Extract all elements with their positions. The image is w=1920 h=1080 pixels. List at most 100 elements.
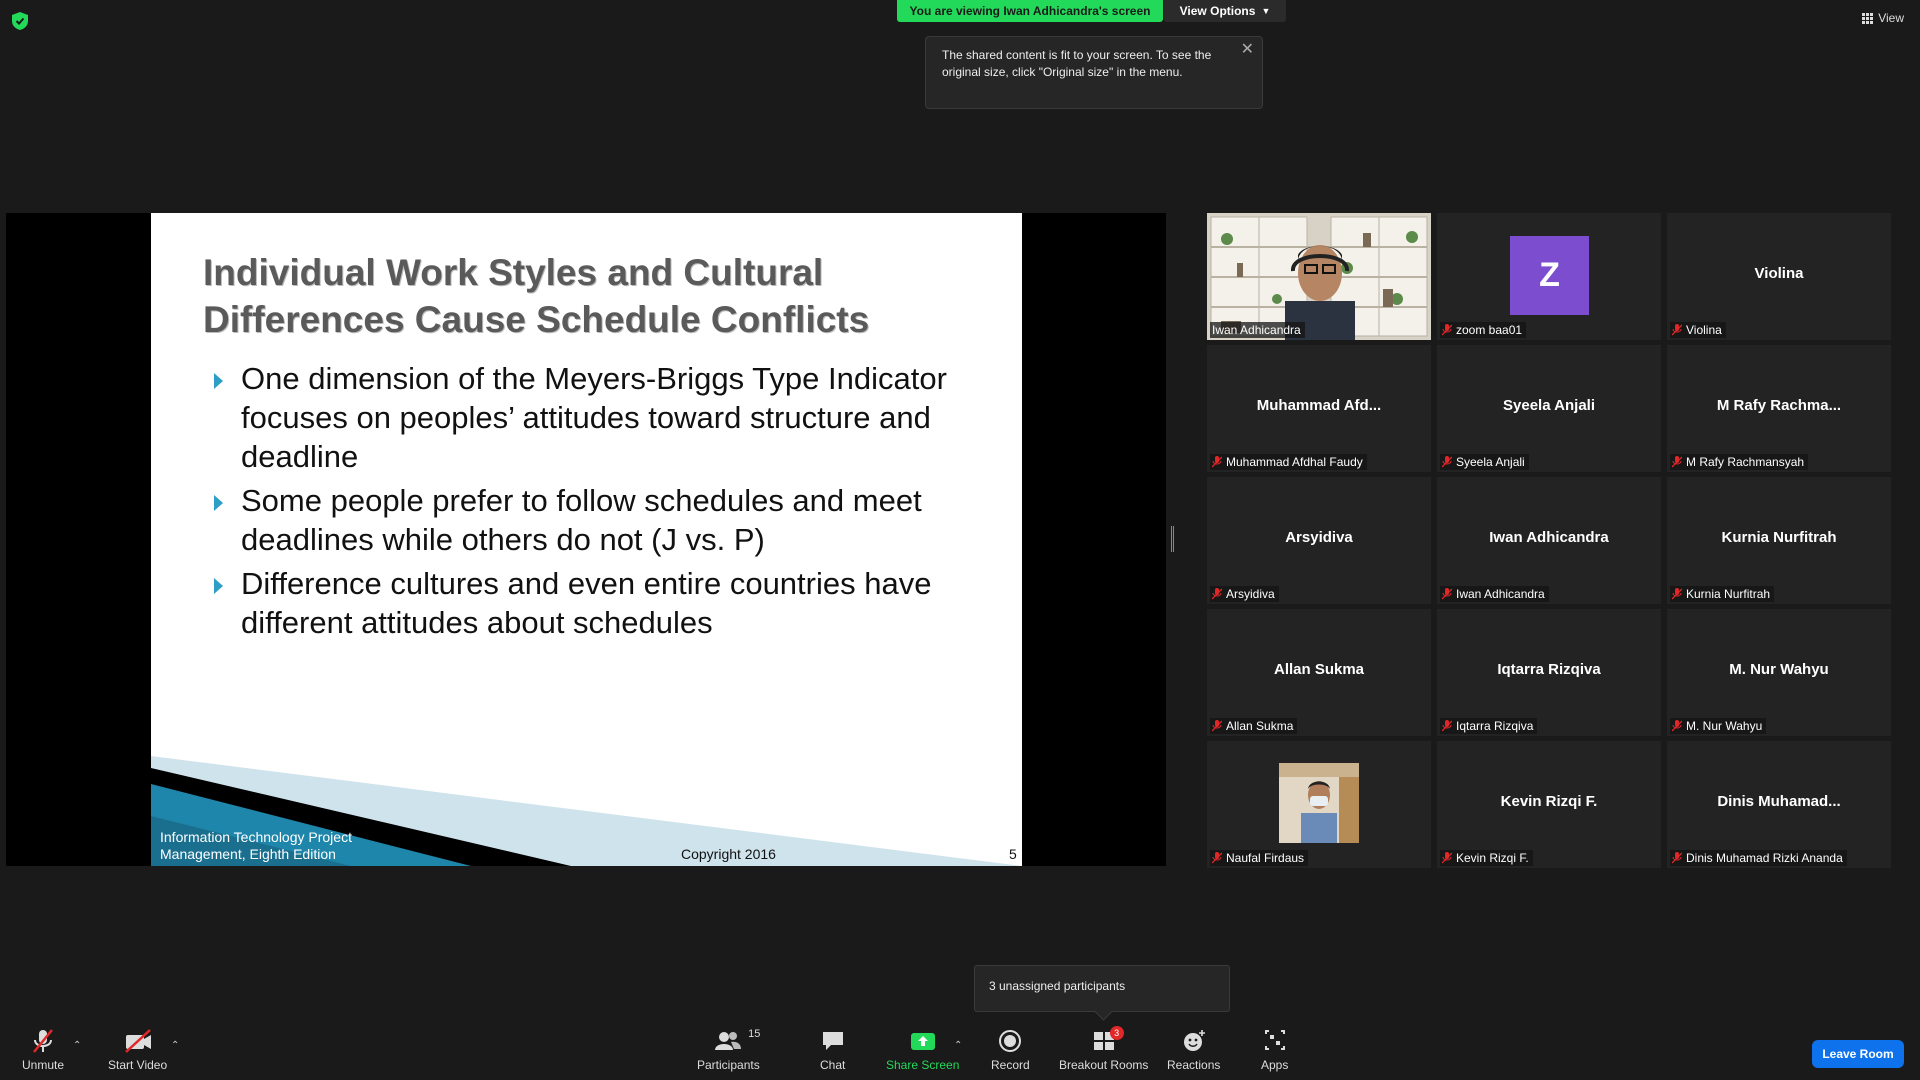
participant-name-label: Kurnia Nurfitrah [1670,586,1775,602]
unmute-button[interactable]: Unmute [22,1028,64,1072]
unassigned-text: 3 unassigned participants [989,979,1126,993]
participant-name: Violina [1686,323,1722,337]
view-options-button[interactable]: View Options ▼ [1164,0,1286,22]
participants-label: Participants [697,1058,760,1072]
fit-to-screen-tooltip: The shared content is fit to your screen… [925,36,1263,109]
participant-name: Iqtarra Rizqiva [1456,719,1534,733]
view-label: View [1878,11,1904,25]
participant-tile[interactable]: M. Nur Wahyu M. Nur Wahyu [1667,609,1891,736]
participant-tile[interactable]: Iwan Adhicandra [1207,213,1431,340]
record-button[interactable]: Record [991,1028,1030,1072]
grid-view-icon [1862,12,1874,24]
bullet-arrow-icon [214,578,223,594]
participant-name-label: Naufal Firdaus [1210,850,1309,866]
breakout-rooms-button[interactable]: 3 Breakout Rooms [1059,1026,1148,1072]
participant-display-name: Iqtarra Rizqiva [1497,660,1601,678]
meeting-toolbar: Unmute ⌃ Start Video ⌃ 15 Participants C… [0,1024,1920,1080]
muted-mic-icon [1672,588,1682,600]
tooltip-text: The shared content is fit to your screen… [942,48,1212,79]
profile-photo [1279,763,1359,843]
participant-tile[interactable]: Violina Violina [1667,213,1891,340]
participant-display-name: Syeela Anjali [1503,396,1595,414]
participant-display-name: Arsyidiva [1285,528,1353,546]
participant-name-label: Kevin Rizqi F. [1440,850,1533,866]
share-screen-button[interactable]: Share Screen [886,1028,959,1072]
reactions-icon [1183,1030,1205,1051]
participant-name: Iwan Adhicandra [1456,587,1545,601]
participant-name: M Rafy Rachmansyah [1686,455,1805,469]
view-button[interactable]: View [1862,11,1904,25]
viewing-banner-text: You are viewing Iwan Adhicandra's screen [909,4,1151,18]
participant-tile[interactable]: Kurnia Nurfitrah Kurnia Nurfitrah [1667,477,1891,604]
security-shield-icon[interactable] [12,12,28,30]
participant-name-label: Muhammad Afdhal Faudy [1210,454,1367,470]
participant-name: Syeela Anjali [1456,455,1525,469]
close-icon[interactable]: ✕ [1241,41,1254,58]
participant-tile[interactable]: Muhammad Afd... Muhammad Afdhal Faudy [1207,345,1431,472]
participant-tile[interactable]: Arsyidiva Arsyidiva [1207,477,1431,604]
participant-tile[interactable]: Iqtarra Rizqiva Iqtarra Rizqiva [1437,609,1661,736]
video-options-caret-icon[interactable]: ⌃ [171,1040,179,1051]
bullet-arrow-icon [214,373,223,389]
participant-tile[interactable]: Allan Sukma Allan Sukma [1207,609,1431,736]
participant-display-name: Violina [1754,264,1804,282]
participant-name-label: Iwan Adhicandra [1210,322,1305,338]
participant-display-name: Allan Sukma [1273,660,1365,678]
participant-tile[interactable]: Naufal Firdaus [1207,741,1431,868]
muted-mic-icon [1442,852,1452,864]
participant-tile[interactable]: Kevin Rizqi F. Kevin Rizqi F. [1437,741,1661,868]
participant-name: M. Nur Wahyu [1686,719,1763,733]
participant-name-label: M Rafy Rachmansyah [1670,454,1809,470]
participant-display-name: Iwan Adhicandra [1489,528,1609,546]
apps-icon [1264,1030,1285,1050]
participant-name: Allan Sukma [1226,719,1294,733]
start-video-button[interactable]: Start Video [108,1028,167,1072]
chat-button[interactable]: Chat [820,1028,845,1072]
viewing-screen-banner: You are viewing Iwan Adhicandra's screen [897,0,1163,22]
participant-tile[interactable]: Syeela Anjali Syeela Anjali [1437,345,1661,472]
muted-mic-icon [1672,852,1682,864]
participant-video [1207,213,1431,340]
participant-name: Kevin Rizqi F. [1456,851,1529,865]
share-options-caret-icon[interactable]: ⌃ [954,1040,962,1051]
participant-name-label: Allan Sukma [1210,718,1298,734]
bullet-text: One dimension of the Meyers-Briggs Type … [241,361,947,474]
participant-name-label: Iqtarra Rizqiva [1440,718,1538,734]
muted-mic-icon [1212,720,1222,732]
participant-name-label: Arsyidiva [1210,586,1279,602]
shared-screen[interactable]: Individual Work Styles and Cultural Diff… [6,213,1166,866]
unassigned-participants-popup[interactable]: 3 unassigned participants [974,965,1230,1012]
unmute-label: Unmute [22,1058,65,1072]
muted-mic-icon [1442,720,1452,732]
participant-tile[interactable]: M Rafy Rachma... M Rafy Rachmansyah [1667,345,1891,472]
participant-display-name: Muhammad Afd... [1256,396,1382,414]
reactions-button[interactable]: Reactions [1167,1028,1220,1072]
participant-name: Muhammad Afdhal Faudy [1226,455,1363,469]
audio-options-caret-icon[interactable]: ⌃ [73,1040,81,1051]
record-label: Record [991,1058,1030,1072]
split-divider-handle[interactable] [1171,526,1174,552]
participants-button[interactable]: 15 Participants [697,1028,760,1072]
participants-icon [715,1032,742,1050]
participant-name-label: Syeela Anjali [1440,454,1529,470]
participants-count: 15 [748,1028,761,1040]
participant-name: Naufal Firdaus [1226,851,1305,865]
participant-display-name: Kurnia Nurfitrah [1721,528,1837,546]
slide-title: Individual Work Styles and Cultural Diff… [203,252,870,340]
participant-tile[interactable]: Iwan Adhicandra Iwan Adhicandra [1437,477,1661,604]
share-screen-icon [910,1033,935,1050]
bullet-arrow-icon [214,495,223,511]
chevron-down-icon: ▼ [1261,6,1271,16]
apps-button[interactable]: Apps [1261,1028,1288,1072]
leave-room-button[interactable]: Leave Room [1812,1040,1904,1068]
participant-display-name: M Rafy Rachma... [1716,396,1842,414]
participant-tile[interactable]: Z zoom baa01 [1437,213,1661,340]
chat-label: Chat [820,1058,846,1072]
apps-label: Apps [1261,1058,1289,1072]
participant-tile[interactable]: Dinis Muhamad... Dinis Muhamad Rizki Ana… [1667,741,1891,868]
participant-name: Iwan Adhicandra [1212,323,1301,337]
participant-name-label: Iwan Adhicandra [1440,586,1549,602]
muted-mic-icon [1672,324,1682,336]
breakout-rooms-badge: 3 [1109,1026,1124,1040]
muted-mic-icon [1212,852,1222,864]
